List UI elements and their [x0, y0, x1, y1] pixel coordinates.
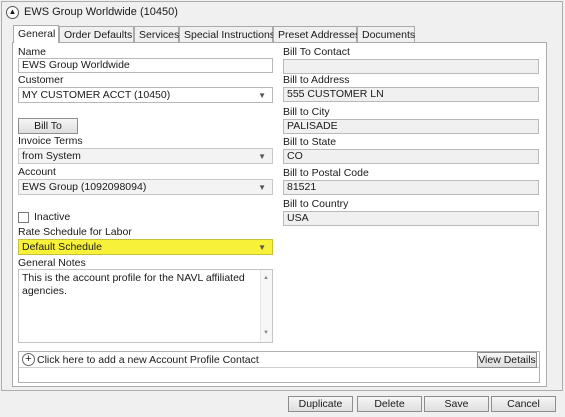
general-tab-panel: Name EWS Group Worldwide Customer MY CUS…: [12, 42, 547, 387]
chevron-down-icon: ▼: [258, 91, 266, 100]
scroll-down-icon[interactable]: ▼: [263, 327, 269, 340]
general-notes-textarea[interactable]: This is the account profile for the NAVL…: [18, 269, 273, 343]
tab-preset-addresses[interactable]: Preset Addresses: [273, 26, 360, 43]
bill-to-postal-label: Bill to Postal Code: [283, 167, 369, 179]
customer-dropdown[interactable]: MY CUSTOMER ACCT (10450) ▼: [18, 87, 273, 103]
account-dropdown[interactable]: EWS Group (1092098094) ▼: [18, 179, 273, 195]
window-titlebar: ▲ EWS Group Worldwide (10450): [6, 4, 178, 20]
save-button[interactable]: Save: [424, 396, 489, 412]
general-notes-label: General Notes: [18, 257, 86, 269]
tab-general[interactable]: General: [13, 25, 59, 43]
bill-to-city-label: Bill to City: [283, 106, 330, 118]
bill-to-address-label: Bill to Address: [283, 74, 350, 86]
account-label: Account: [18, 166, 56, 178]
duplicate-button[interactable]: Duplicate: [288, 396, 353, 412]
scroll-up-icon[interactable]: ▲: [263, 272, 269, 285]
invoice-terms-value: from System: [22, 150, 81, 162]
customer-label: Customer: [18, 74, 64, 86]
customer-value: MY CUSTOMER ACCT (10450): [22, 89, 171, 101]
account-contacts-grid: + Click here to add a new Account Profil…: [18, 351, 540, 383]
tab-order-defaults[interactable]: Order Defaults: [59, 26, 134, 43]
bill-to-button[interactable]: Bill To: [18, 118, 78, 134]
general-notes-text: This is the account profile for the NAVL…: [22, 272, 245, 297]
delete-button[interactable]: Delete: [357, 396, 422, 412]
collapse-icon[interactable]: ▲: [6, 5, 19, 19]
name-label: Name: [18, 46, 47, 58]
chevron-down-icon: ▼: [258, 243, 266, 252]
plus-circle-icon[interactable]: +: [22, 353, 35, 366]
window-title: EWS Group Worldwide (10450): [24, 6, 178, 18]
bill-to-contact-field[interactable]: [283, 59, 539, 74]
bill-to-country-label: Bill to Country: [283, 198, 349, 210]
inactive-checkbox[interactable]: [18, 212, 29, 223]
account-value: EWS Group (1092098094): [22, 181, 147, 193]
tab-services[interactable]: Services: [134, 26, 179, 43]
bill-to-state-field[interactable]: CO: [283, 149, 539, 164]
rate-schedule-label: Rate Schedule for Labor: [18, 226, 132, 238]
notes-scrollbar[interactable]: ▲ ▼: [260, 270, 272, 342]
invoice-terms-label: Invoice Terms: [18, 135, 83, 147]
add-contact-row[interactable]: + Click here to add a new Account Profil…: [19, 352, 539, 368]
rate-schedule-value: Default Schedule: [22, 241, 102, 253]
view-details-button[interactable]: View Details: [477, 352, 537, 368]
tab-special-instructions[interactable]: Special Instructions: [179, 26, 275, 43]
chevron-down-icon: ▼: [258, 183, 266, 192]
bill-to-city-field[interactable]: PALISADE: [283, 119, 539, 134]
bill-to-address-field[interactable]: 555 CUSTOMER LN: [283, 87, 539, 102]
bill-to-contact-label: Bill To Contact: [283, 46, 350, 58]
rate-schedule-dropdown[interactable]: Default Schedule ▼: [18, 239, 273, 255]
inactive-label: Inactive: [34, 211, 71, 223]
add-contact-text[interactable]: Click here to add a new Account Profile …: [37, 354, 259, 366]
bill-to-postal-field[interactable]: 81521: [283, 180, 539, 195]
cancel-button[interactable]: Cancel: [491, 396, 556, 412]
bill-to-country-field[interactable]: USA: [283, 211, 539, 226]
tab-documents[interactable]: Documents: [357, 26, 415, 43]
chevron-down-icon: ▼: [258, 152, 266, 161]
invoice-terms-dropdown[interactable]: from System ▼: [18, 148, 273, 164]
bill-to-state-label: Bill to State: [283, 136, 337, 148]
name-field[interactable]: EWS Group Worldwide: [18, 58, 273, 73]
